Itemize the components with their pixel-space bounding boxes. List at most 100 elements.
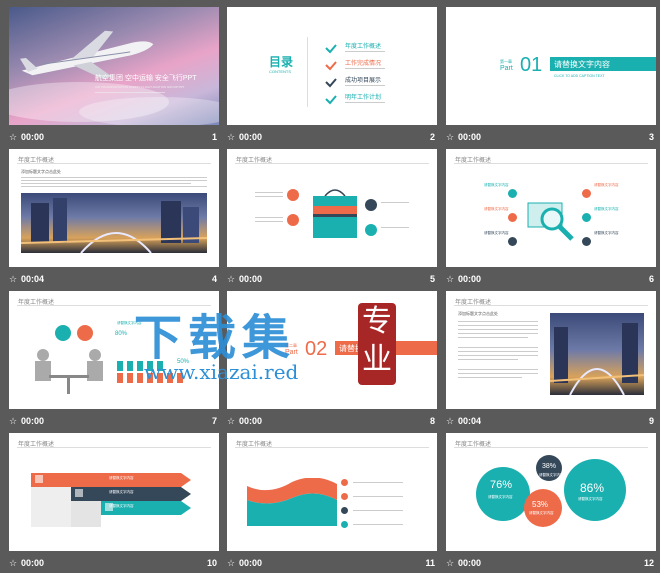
text-line	[458, 321, 538, 322]
feature-label: 请替换文字内容	[484, 231, 509, 235]
text-line	[458, 337, 528, 338]
check-icon	[325, 78, 337, 88]
part-number: 01	[520, 54, 543, 76]
slide-9-meta: ☆ 00:04 9	[446, 411, 656, 431]
clock-icon: ☆	[446, 132, 455, 142]
slide-caption: 添加标题文字点击此处	[458, 311, 498, 316]
check-icon	[325, 44, 337, 54]
slide-number: 6	[648, 274, 654, 284]
slide-8-meta: ☆ 00:00 8	[227, 411, 437, 431]
slide-number: 5	[429, 274, 435, 284]
text-line	[458, 355, 538, 356]
text-line	[458, 373, 538, 374]
slide-8-canvas: 第二章 Part 02 请替换文	[227, 291, 437, 409]
toc-item-2[interactable]	[325, 58, 337, 76]
chat-bubble-icon	[55, 325, 71, 341]
clock-icon: ☆	[9, 416, 18, 426]
header-rule	[17, 305, 211, 306]
clock-icon: ☆	[9, 274, 18, 284]
slide-duration: 00:00	[458, 558, 482, 568]
text-line	[458, 369, 538, 370]
toc-item-rule	[345, 51, 385, 52]
slide-4-canvas: 年度工作概述 添加标题文字点击此处	[9, 149, 219, 267]
circle-label: 请替换文字内容	[488, 495, 513, 499]
city-bridge-photo	[21, 193, 207, 253]
people-icon	[582, 237, 591, 246]
arrow-label: 请替换文字内容	[109, 476, 134, 480]
toc-item-1[interactable]	[325, 41, 337, 59]
clock-icon: ☆	[227, 132, 236, 142]
part-label: Part	[500, 65, 513, 72]
toc-item-4[interactable]	[325, 92, 337, 110]
doc-icon	[508, 237, 517, 246]
text-line	[458, 333, 538, 334]
check-icon	[325, 61, 337, 71]
text-line	[255, 221, 283, 222]
header-rule	[454, 447, 648, 448]
slide-duration: 00:00	[239, 274, 263, 284]
toc-divider	[307, 37, 308, 107]
slide-6-canvas: 年度工作概述 请替换文字内容 请替换文字内容 请替换文字内容 请替换文字内容 请…	[446, 149, 656, 267]
slide-duration: 00:04	[21, 274, 45, 284]
shopping-bag-icon	[313, 189, 357, 238]
slide-duration: 00:00	[21, 132, 45, 142]
slide-number: 12	[643, 558, 654, 568]
slide-number: 4	[211, 274, 217, 284]
text-line	[255, 217, 283, 218]
slide-number: 9	[648, 416, 654, 426]
toc-item-label: 年度工作概述	[345, 44, 382, 50]
ribbon-wave-graphic	[247, 478, 337, 526]
slide-number: 3	[648, 132, 654, 142]
header-rule	[235, 447, 429, 448]
text-line	[21, 180, 207, 181]
slide-caption: 添加标题文字点击此处	[21, 169, 61, 174]
gear-icon	[508, 213, 517, 222]
icon-circle	[287, 189, 299, 201]
slide-4-meta: ☆ 00:04 4	[9, 269, 219, 289]
text-line	[458, 351, 538, 352]
slide-10-canvas: 年度工作概述 请替换文字内容 请替换文字内容 请替换文字内容	[9, 433, 219, 551]
text-line	[353, 482, 403, 483]
slide-3-meta: ☆ 00:00 3	[446, 127, 656, 147]
feature-label: 请替换文字内容	[484, 207, 509, 211]
pct-53: 53%	[532, 500, 549, 509]
text-line	[458, 377, 522, 378]
text-line	[255, 196, 283, 197]
arrow-label: 请替换文字内容	[109, 490, 134, 494]
text-line	[353, 524, 403, 525]
bullet-icon	[341, 493, 348, 500]
text-line	[381, 227, 409, 228]
slide-duration: 00:00	[239, 132, 263, 142]
toc-item-3[interactable]	[325, 75, 337, 93]
text-line	[458, 347, 538, 348]
header-rule	[235, 163, 429, 164]
pct-76: 76%	[490, 479, 513, 491]
toc-item-rule	[345, 85, 385, 86]
stat-80: 80%	[115, 331, 128, 337]
slide-1-divider	[95, 92, 165, 93]
slide-number: 2	[429, 132, 435, 142]
bulb-icon	[582, 189, 591, 198]
slide-7-canvas: 年度工作概述 请替换文字内容 80% 50%	[9, 291, 219, 409]
pct-38: 38%	[542, 463, 557, 470]
slide-12-meta: ☆ 00:00 12	[446, 553, 656, 573]
circle-label: 请替换文字内容	[529, 511, 554, 515]
clock-icon: ☆	[227, 274, 236, 284]
text-line	[458, 359, 518, 360]
text-line	[458, 329, 538, 330]
slide-11-meta: ☆ 00:00 11	[227, 553, 437, 573]
slide-duration: 00:00	[21, 558, 45, 568]
slide-number: 7	[211, 416, 217, 426]
people-icon-row	[117, 361, 183, 383]
clock-icon: ☆	[227, 416, 236, 426]
circle-label: 请替换文字内容	[578, 497, 603, 501]
slide-11-canvas: 年度工作概述	[227, 433, 437, 551]
clock-icon: ☆	[446, 274, 455, 284]
toc-item-label: 成功项目展示	[345, 78, 382, 84]
slide-7-meta: ☆ 00:00 7	[9, 411, 219, 431]
slide-number: 10	[206, 558, 217, 568]
text-line	[21, 183, 191, 184]
slide-duration: 00:00	[458, 132, 482, 142]
slide-duration: 00:00	[458, 274, 482, 284]
part-label: Part	[285, 349, 298, 356]
